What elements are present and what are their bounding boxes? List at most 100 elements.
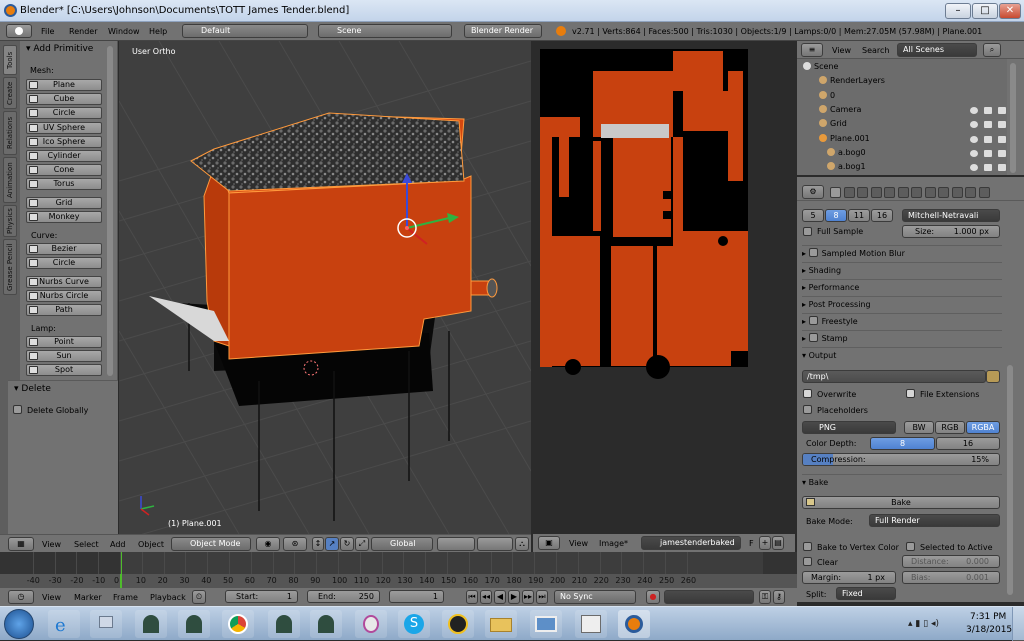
output-panel-header[interactable]: ▾ Output <box>802 347 1002 363</box>
outliner-row[interactable]: a.bog0 <box>827 147 1024 162</box>
image-fake-user-button[interactable]: F <box>749 539 754 548</box>
app-icon-2[interactable] <box>178 610 210 638</box>
primitive-mesh-cylinder-button[interactable]: Cylinder <box>26 150 102 162</box>
color-depth-8[interactable]: 8 <box>870 437 935 450</box>
size-field[interactable]: Size: 1.000 px <box>902 225 1000 238</box>
object-icon[interactable] <box>884 187 895 198</box>
tab-animation[interactable]: Animation <box>3 157 17 203</box>
texture-icon[interactable] <box>951 187 963 198</box>
uv-menu-image[interactable]: Image* <box>599 539 628 548</box>
vp-menu-view[interactable]: View <box>42 540 61 549</box>
bake-panel-header[interactable]: ▾ Bake <box>802 474 1002 490</box>
panel-header-stamp[interactable]: ▸ Stamp <box>802 330 1002 346</box>
aa-filter-select[interactable]: Mitchell-Netravali <box>902 209 1000 222</box>
jump-next-keyframe-button[interactable]: ▸▸ <box>522 590 534 604</box>
app-icon-4[interactable] <box>310 610 342 638</box>
margin-field[interactable]: Margin: 1 px <box>802 571 896 584</box>
panel-header-shading[interactable]: ▸ Shading <box>802 262 1002 278</box>
primitive-nurbs-path-button[interactable]: Path <box>26 304 102 317</box>
menu-help[interactable]: Help <box>149 27 167 36</box>
panel-header-performance[interactable]: ▸ Performance <box>802 279 1002 295</box>
camera-render-icon[interactable] <box>998 135 1006 143</box>
orientation-select[interactable]: Global <box>371 537 433 551</box>
preview-range-button[interactable]: ⏲ <box>192 590 206 604</box>
properties-editor-button[interactable]: ⚙ <box>802 185 824 199</box>
distance-field[interactable]: Distance: 0.000 <box>902 555 1000 568</box>
aa-samples-16[interactable]: 16 <box>871 209 893 222</box>
overwrite-checkbox[interactable] <box>803 389 812 398</box>
eye-icon[interactable] <box>970 164 978 172</box>
play-button[interactable]: ▶ <box>508 590 520 604</box>
split-select[interactable]: Fixed <box>836 587 896 600</box>
manipulator-toggle[interactable]: ↕ <box>312 537 324 551</box>
file-extensions-checkbox[interactable] <box>906 389 915 398</box>
cursor-icon[interactable] <box>984 121 992 129</box>
data-icon[interactable] <box>924 187 936 198</box>
add-primitive-header[interactable]: ▾ Add Primitive <box>26 44 93 54</box>
eye-icon[interactable] <box>970 149 978 157</box>
outliner-row[interactable]: 0 <box>819 90 1024 105</box>
jump-end-button[interactable]: ⏭ <box>536 590 548 604</box>
camera-render-icon[interactable] <box>998 106 1006 114</box>
uv-editor-button[interactable]: ▣ <box>538 536 560 550</box>
camera-render-icon[interactable] <box>998 149 1006 157</box>
outliner-row[interactable]: Camera <box>819 104 1024 119</box>
primitive-misc-monkey-button[interactable]: Monkey <box>26 211 102 224</box>
folder-icon[interactable] <box>986 370 1000 383</box>
tab-grease-pencil[interactable]: Grease Pencil <box>3 239 17 295</box>
sync-mode-select[interactable]: No Sync <box>554 590 636 604</box>
computer-icon[interactable] <box>90 610 122 638</box>
explorer-folder-icon[interactable] <box>485 610 517 638</box>
app-icon-6[interactable] <box>575 610 607 638</box>
compression-slider[interactable]: Compression: 15% <box>802 453 1000 466</box>
blender-taskbar-icon[interactable] <box>618 610 650 638</box>
mode-select[interactable]: Object Mode <box>171 537 251 551</box>
insert-keyframe-button[interactable]: ⚿ <box>759 590 771 604</box>
bake-mode-select[interactable]: Full Render <box>869 514 1000 527</box>
camera-render-icon[interactable] <box>998 164 1006 172</box>
start-button[interactable] <box>4 609 34 639</box>
current-frame-field[interactable]: 1 <box>389 590 444 603</box>
delete-globally-checkbox[interactable] <box>13 405 22 414</box>
color-mode-rgba[interactable]: RGBA <box>966 421 1000 434</box>
record-button[interactable]: ● <box>646 590 660 604</box>
vp-menu-object[interactable]: Object <box>138 540 164 549</box>
eye-icon[interactable] <box>970 121 978 129</box>
menu-file[interactable]: File <box>41 27 54 36</box>
file-format-select[interactable]: PNG <box>802 421 896 434</box>
panel-header-post-processing[interactable]: ▸ Post Processing <box>802 296 1002 312</box>
outliner-menu-view[interactable]: View <box>832 46 851 55</box>
jump-start-button[interactable]: ⏮ <box>466 590 478 604</box>
modifiers-icon[interactable] <box>911 187 922 198</box>
app-icon-3[interactable] <box>268 610 300 638</box>
vp-menu-add[interactable]: Add <box>110 540 126 549</box>
scene-icon[interactable] <box>857 187 868 198</box>
shelf-scrollbar[interactable] <box>107 46 113 376</box>
primitive-lamp-sun-button[interactable]: Sun <box>26 350 102 363</box>
rotate-manipulator[interactable]: ↻ <box>340 537 354 551</box>
maximize-button[interactable]: □ <box>972 3 998 19</box>
aa-samples-5[interactable]: 5 <box>802 209 824 222</box>
menu-window[interactable]: Window <box>108 27 140 36</box>
color-depth-16[interactable]: 16 <box>936 437 1000 450</box>
viewport-editor-button[interactable]: ▦ <box>8 537 34 551</box>
media-player-icon[interactable] <box>355 610 387 638</box>
aa-samples-8[interactable]: 8 <box>825 209 847 222</box>
outliner-row[interactable]: a.bog1 <box>827 162 1024 176</box>
new-image-button[interactable]: + <box>759 536 771 550</box>
cursor-icon[interactable] <box>984 106 992 114</box>
delete-keyframe-button[interactable]: ⚷ <box>773 590 785 604</box>
outliner-editor-button[interactable]: ≡ <box>801 43 823 57</box>
layers-grid[interactable] <box>437 537 475 551</box>
primitive-mesh-cube-button[interactable]: Cube <box>26 93 102 106</box>
image-name-field[interactable]: jamestenderbaked <box>641 536 741 550</box>
chrome-icon[interactable] <box>222 610 254 638</box>
tab-physics[interactable]: Physics <box>3 205 17 237</box>
clock-date[interactable]: 3/18/2015 <box>966 625 1012 635</box>
cursor-icon[interactable] <box>984 164 992 172</box>
primitive-misc-grid-button[interactable]: Grid <box>26 197 102 209</box>
panel-enable-checkbox[interactable] <box>808 316 818 325</box>
app-icon-1[interactable] <box>135 610 167 638</box>
constraints-icon[interactable] <box>897 187 909 198</box>
search-icon[interactable]: ⌕ <box>983 43 1001 57</box>
